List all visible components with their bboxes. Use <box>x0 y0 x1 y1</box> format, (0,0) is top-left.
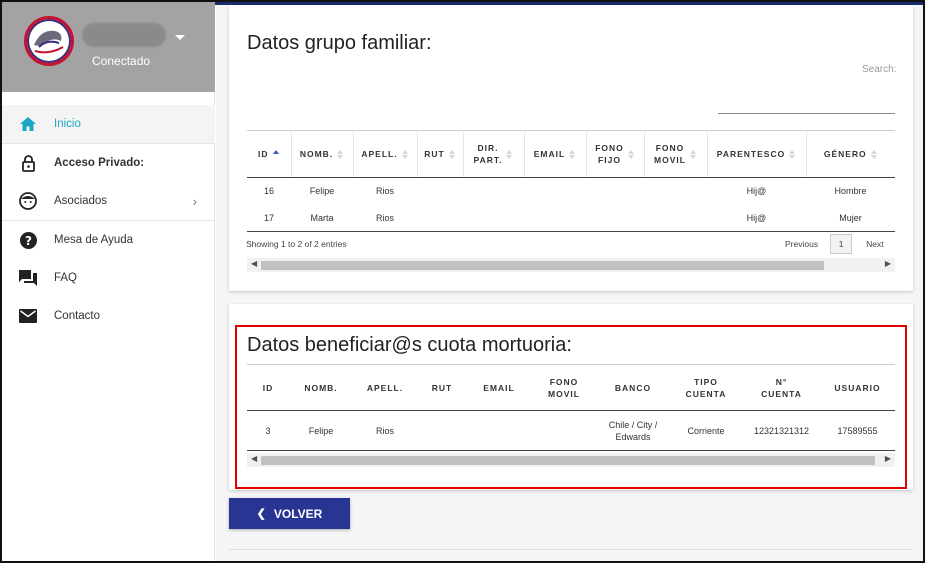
sidebar-item-contacto[interactable]: Contacto <box>2 297 215 335</box>
scroll-left-icon[interactable]: ◀ <box>251 259 257 268</box>
mail-icon <box>2 309 54 323</box>
cell-parentesco: Hij@ <box>746 212 767 223</box>
sidebar-item-asociados[interactable]: Asociados › <box>2 182 215 220</box>
cell-genero: Hombre <box>834 186 867 197</box>
table-row: 16 Felipe Rios Hij@ Hombre <box>247 178 895 205</box>
col-nomb[interactable]: NOMB. <box>291 130 354 178</box>
cell-dir-part <box>463 205 524 232</box>
sidebar-item-inicio[interactable]: Inicio <box>2 105 215 143</box>
cell-parentesco: Hij@ <box>746 186 767 197</box>
sidebar-item-acceso-privado: Acceso Privado: <box>2 144 215 182</box>
col-parentesco[interactable]: PARENTESCO <box>707 130 807 178</box>
caret-down-icon[interactable] <box>175 35 185 40</box>
table-info: Showing 1 to 2 of 2 entries <box>246 239 347 249</box>
cell-fono-fijo <box>586 205 644 232</box>
svg-text:?: ? <box>25 234 32 248</box>
sort-icon <box>401 149 409 159</box>
chevron-right-icon: › <box>192 194 197 209</box>
col-fono-fijo[interactable]: FONO FIJO <box>586 130 645 178</box>
sidebar-item-label: Asociados <box>54 195 108 207</box>
cell-email <box>524 205 586 232</box>
col-fono-movil[interactable]: FONO MOVIL <box>644 130 708 178</box>
sort-asc-icon <box>272 149 280 159</box>
sidebar-item-faq[interactable]: FAQ <box>2 259 215 297</box>
forum-icon <box>2 270 54 286</box>
sidebar-menu: Inicio Acceso Privado: Asociados › ? Mes… <box>2 105 215 335</box>
sidebar-item-label: Acceso Privado: <box>54 157 145 169</box>
sidebar-item-label: Mesa de Ayuda <box>54 234 134 246</box>
home-icon <box>2 117 54 131</box>
cell-genero: Mujer <box>839 212 862 223</box>
table-row: 17 Marta Rios Hij@ Mujer <box>247 205 895 232</box>
col-email[interactable]: EMAIL <box>524 130 587 178</box>
sort-icon <box>337 149 344 159</box>
sidebar-item-mesa-de-ayuda[interactable]: ? Mesa de Ayuda <box>2 221 215 259</box>
cell-nomb: Marta <box>310 212 334 223</box>
sort-icon <box>789 149 796 159</box>
familiar-table: ID NOMB. APELL. RUT DIR. PART. EMAIL FONO… <box>247 130 895 232</box>
volver-label: VOLVER <box>273 506 323 521</box>
sort-icon <box>506 149 513 159</box>
familiar-card: Datos grupo familiar: Search: ID NOMB. A… <box>229 5 913 291</box>
logo-icon <box>34 30 64 54</box>
col-id[interactable]: ID <box>247 130 292 178</box>
next-link[interactable]: Next <box>866 239 883 249</box>
search-label: Search: <box>862 64 897 75</box>
cell-fono-fijo <box>586 178 644 205</box>
face-icon <box>2 192 54 210</box>
sort-icon <box>870 149 878 159</box>
user-name-redacted <box>82 23 166 47</box>
help-icon: ? <box>2 231 54 249</box>
cell-email <box>524 178 586 205</box>
sidebar-header: Conectado <box>2 2 215 92</box>
sidebar-item-label: Inicio <box>54 118 81 130</box>
cell-fono-movil <box>644 205 707 232</box>
volver-button[interactable]: ❮ VOLVER <box>229 498 350 529</box>
search-input[interactable] <box>718 113 895 114</box>
cell-apell: Rios <box>375 186 394 197</box>
cell-id: 16 <box>263 186 274 197</box>
cell-nomb: Felipe <box>309 186 335 197</box>
scroll-thumb[interactable] <box>261 261 824 270</box>
horizontal-scrollbar[interactable]: ◀ ▶ <box>247 258 895 272</box>
chevron-left-icon: ❮ <box>256 508 266 520</box>
previous-link[interactable]: Previous <box>785 239 818 249</box>
bottom-divider <box>229 549 913 550</box>
avatar[interactable] <box>24 16 74 66</box>
familiar-title: Datos grupo familiar: <box>247 32 432 54</box>
col-apell[interactable]: APELL. <box>353 130 418 178</box>
cell-fono-movil <box>644 178 707 205</box>
sort-icon <box>627 149 635 159</box>
lock-icon <box>2 154 54 172</box>
col-genero[interactable]: GÉNERO <box>806 130 895 178</box>
sidebar: Conectado Inicio Acceso Privado: Asociad… <box>2 2 215 561</box>
main-content: Datos grupo familiar: Search: ID NOMB. A… <box>216 5 923 561</box>
scroll-right-icon[interactable]: ▶ <box>885 259 891 268</box>
sort-icon <box>448 149 456 159</box>
familiar-header-row: ID NOMB. APELL. RUT DIR. PART. EMAIL FONO… <box>247 130 895 178</box>
app-window: Conectado Inicio Acceso Privado: Asociad… <box>0 0 925 563</box>
pagination: Previous 1 Next <box>785 234 884 254</box>
cell-dir-part <box>463 178 524 205</box>
sort-icon <box>569 149 576 159</box>
page-button-1[interactable]: 1 <box>830 234 853 254</box>
col-dir-part[interactable]: DIR. PART. <box>463 130 525 178</box>
cell-id: 17 <box>263 212 274 223</box>
cell-rut <box>417 178 463 205</box>
sidebar-item-label: Contacto <box>54 310 101 322</box>
highlight-box <box>235 325 907 489</box>
col-rut[interactable]: RUT <box>417 130 464 178</box>
connection-status: Conectado <box>92 54 151 68</box>
cell-apell: Rios <box>375 212 394 223</box>
sort-icon <box>689 149 697 159</box>
sidebar-item-label: FAQ <box>54 272 78 284</box>
cell-rut <box>417 205 463 232</box>
